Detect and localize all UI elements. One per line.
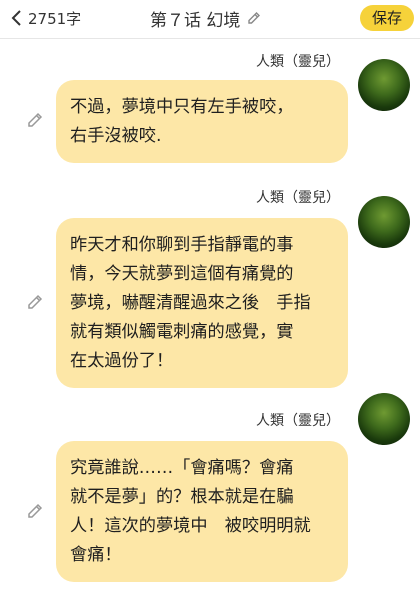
speaker-name: 人類（靈兒）	[256, 54, 340, 70]
message-line: 右手沒被咬.	[70, 126, 162, 146]
message-line: 情，今天就夢到這個有痛覺的	[70, 264, 294, 284]
speaker-name: 人類（靈兒）	[256, 413, 340, 429]
avatar[interactable]	[358, 59, 410, 111]
message-line: 究竟誰說……「會痛嗎？會痛	[70, 458, 294, 478]
pencil-icon[interactable]	[26, 111, 44, 129]
back-button[interactable]: 2751字	[10, 6, 81, 30]
chevron-left-icon	[11, 10, 21, 26]
save-button[interactable]: 保存	[360, 5, 414, 31]
pencil-icon[interactable]	[26, 293, 44, 311]
top-bar: 2751字 第７话 幻境 保存	[0, 0, 420, 39]
pencil-icon[interactable]	[246, 10, 262, 26]
message-line: 不過，夢境中只有左手被咬，	[70, 97, 294, 117]
message-line: 在太過份了！	[70, 351, 174, 371]
message-line: 會痛！	[70, 545, 122, 565]
word-count: 2751字	[28, 9, 82, 28]
message-line: 就不是夢」的？根本就是在騙	[70, 487, 294, 507]
avatar[interactable]	[358, 196, 410, 248]
message-line: 昨天才和你聊到手指靜電的事	[70, 235, 294, 255]
avatar[interactable]	[358, 393, 410, 445]
message-bubble[interactable]: 究竟誰說……「會痛嗎？會痛 就不是夢」的？根本就是在騙 人！這次的夢境中 被咬明…	[56, 441, 348, 582]
message-line: 人！這次的夢境中 被咬明明就	[70, 516, 311, 536]
chapter-title[interactable]: 第７话 幻境	[150, 6, 262, 31]
speaker-name: 人類（靈兒）	[256, 190, 340, 206]
pencil-icon[interactable]	[26, 502, 44, 520]
chapter-title-text: 第７话 幻境	[150, 10, 241, 31]
message-line: 就有類似觸電刺痛的感覺，實	[70, 322, 294, 342]
message-bubble[interactable]: 不過，夢境中只有左手被咬， 右手沒被咬.	[56, 80, 348, 163]
message-bubble[interactable]: 昨天才和你聊到手指靜電的事 情，今天就夢到這個有痛覺的 夢境，嚇醒清醒過來之後 …	[56, 218, 348, 388]
message-line: 夢境，嚇醒清醒過來之後 手指	[70, 293, 311, 313]
